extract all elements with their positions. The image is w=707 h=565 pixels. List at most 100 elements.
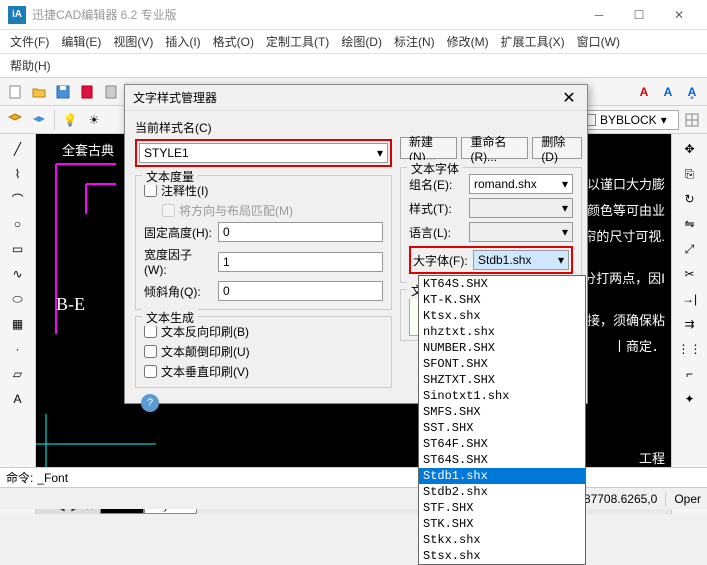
delete-button[interactable]: 删除(D) [532, 137, 582, 159]
dropdown-item[interactable]: STF.SHX [419, 500, 585, 516]
copy-icon[interactable]: ⎘ [677, 163, 703, 185]
dropdown-item[interactable]: STK.SHX [419, 516, 585, 532]
dropdown-item[interactable]: nhztxt.shx [419, 324, 585, 340]
text-a2-icon[interactable]: A [657, 81, 679, 103]
grid-icon[interactable] [681, 109, 703, 131]
current-style-select[interactable]: STYLE1▾ [139, 143, 388, 163]
font-name-select[interactable]: romand.shx▾ [469, 174, 573, 194]
minimize-button[interactable]: ─ [579, 0, 619, 30]
bigfont-select[interactable]: Stdb1.shx▾ [473, 250, 569, 270]
font-name-label: 组名(E): [409, 176, 465, 193]
dropdown-item[interactable]: Stdb1.shx [419, 468, 585, 484]
menu-modify[interactable]: 修改(M) [441, 31, 495, 52]
mirror-icon[interactable]: ⇋ [677, 213, 703, 235]
explode-icon[interactable]: ✦ [677, 388, 703, 410]
ellipse-icon[interactable]: ⬭ [5, 288, 31, 310]
pdf-icon[interactable] [76, 81, 98, 103]
offset-icon[interactable]: ⇉ [677, 313, 703, 335]
dropdown-item[interactable]: Ktsx.shx [419, 308, 585, 324]
export-icon[interactable] [100, 81, 122, 103]
maximize-button[interactable]: ☐ [619, 0, 659, 30]
bigfont-dropdown-list[interactable]: KT64S.SHXKT-K.SHXKtsx.shxnhztxt.shxNUMBE… [418, 275, 586, 565]
fixed-height-input[interactable] [218, 222, 383, 242]
layer-icon[interactable] [4, 109, 26, 131]
array-icon[interactable]: ⋮⋮ [677, 338, 703, 360]
arc-icon[interactable]: ⌒ [5, 188, 31, 210]
dropdown-item[interactable]: ST64S.SHX [419, 452, 585, 468]
menu-format[interactable]: 格式(O) [207, 31, 260, 52]
help-icon[interactable]: ? [141, 394, 159, 412]
backwards-check[interactable] [144, 325, 157, 338]
menu-insert[interactable]: 插入(I) [159, 31, 206, 52]
font-group: 文本字体 组名(E): romand.shx▾ 样式(T): ▾ 语言(L): … [400, 167, 582, 283]
dialog-close-icon[interactable]: ✕ [559, 88, 579, 108]
dropdown-item[interactable]: Stdb2.shx [419, 484, 585, 500]
upside-check[interactable] [144, 345, 157, 358]
canvas-text-4: 分打两点，因Ⅰ [583, 268, 665, 290]
layer2-icon[interactable] [28, 109, 50, 131]
menu-draw[interactable]: 绘图(D) [335, 31, 388, 52]
circle-icon[interactable]: ○ [5, 213, 31, 235]
byblock-label: BYBLOCK [600, 113, 657, 127]
save-icon[interactable] [52, 81, 74, 103]
text-icon[interactable]: A [5, 388, 31, 410]
menu-view[interactable]: 视图(V) [107, 31, 159, 52]
dropdown-item[interactable]: Stkx.shx [419, 532, 585, 548]
command-line[interactable]: 命令: _Font [0, 467, 707, 487]
annotative-check[interactable] [144, 184, 157, 197]
pline-icon[interactable]: ⌇ [5, 163, 31, 185]
fixed-height-label: 固定高度(H): [144, 224, 214, 241]
menu-mark[interactable]: 标注(N) [388, 31, 441, 52]
menu-edit[interactable]: 编辑(E) [55, 31, 107, 52]
dropdown-item[interactable]: ST64F.SHX [419, 436, 585, 452]
rename-button[interactable]: 重命名(R)... [461, 137, 528, 159]
dropdown-item[interactable]: Sinotxt1.shx [419, 388, 585, 404]
fillet-icon[interactable]: ⌐ [677, 363, 703, 385]
new-button[interactable]: 新建(N)... [400, 137, 457, 159]
rect-icon[interactable]: ▭ [5, 238, 31, 260]
measure-group-title: 文本度量 [142, 168, 198, 185]
oblique-input[interactable] [218, 281, 383, 301]
dropdown-item[interactable]: SHZTXT.SHX [419, 372, 585, 388]
oblique-label: 倾斜角(Q): [144, 283, 214, 300]
line-icon[interactable]: ╱ [5, 138, 31, 160]
vertical-check[interactable] [144, 365, 157, 378]
menu-custom[interactable]: 定制工具(T) [260, 31, 335, 52]
extend-icon[interactable]: →| [677, 288, 703, 310]
byblock-combo[interactable]: BYBLOCK ▾ [579, 110, 679, 130]
dialog-title: 文字样式管理器 [133, 89, 559, 106]
move-icon[interactable]: ✥ [677, 138, 703, 160]
text-a-icon[interactable]: A [633, 81, 655, 103]
close-button[interactable]: ✕ [659, 0, 699, 30]
dropdown-item[interactable]: Stsx.shx [419, 548, 585, 564]
dropdown-item[interactable]: SFONT.SHX [419, 356, 585, 372]
point-icon[interactable]: · [5, 338, 31, 360]
dropdown-item[interactable]: SMFS.SHX [419, 404, 585, 420]
trim-icon[interactable]: ✂ [677, 263, 703, 285]
menu-window[interactable]: 窗口(W) [571, 31, 626, 52]
spline-icon[interactable]: ∿ [5, 263, 31, 285]
dropdown-item[interactable]: KT-K.SHX [419, 292, 585, 308]
menu-help[interactable]: 帮助(H) [4, 55, 57, 76]
right-toolbar: ✥ ⎘ ↻ ⇋ ⤢ ✂ →| ⇉ ⋮⋮ ⌐ ✦ [671, 134, 707, 514]
lang-select[interactable]: ▾ [469, 222, 573, 242]
dropdown-item[interactable]: KT64S.SHX [419, 276, 585, 292]
scale-icon[interactable]: ⤢ [677, 238, 703, 260]
new-icon[interactable] [4, 81, 26, 103]
menu-ext[interactable]: 扩展工具(X) [495, 31, 571, 52]
dialog-titlebar[interactable]: 文字样式管理器 ✕ [125, 85, 587, 111]
rotate-icon[interactable]: ↻ [677, 188, 703, 210]
sun-icon[interactable]: ☀ [83, 109, 105, 131]
style-select[interactable]: ▾ [469, 198, 573, 218]
menu-file[interactable]: 文件(F) [4, 31, 55, 52]
text-a3-icon[interactable]: A̧ [681, 81, 703, 103]
hatch-icon[interactable]: ▦ [5, 313, 31, 335]
open-icon[interactable] [28, 81, 50, 103]
canvas-text-6: 丨商定． [613, 336, 665, 358]
region-icon[interactable]: ▱ [5, 363, 31, 385]
dropdown-item[interactable]: NUMBER.SHX [419, 340, 585, 356]
width-factor-input[interactable] [218, 252, 383, 272]
dropdown-item[interactable]: SST.SHX [419, 420, 585, 436]
bulb-icon[interactable]: 💡 [59, 109, 81, 131]
canvas-text-2: 颜色等可由业 [587, 200, 665, 222]
